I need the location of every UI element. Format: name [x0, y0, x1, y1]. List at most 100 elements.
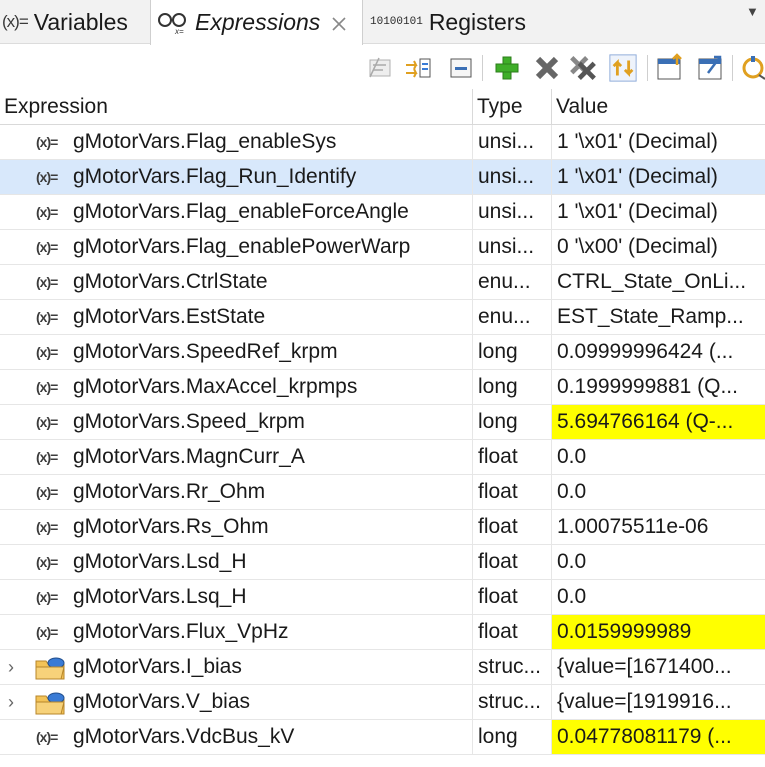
value-cell[interactable]: 1 '\x01' (Decimal) — [551, 160, 765, 194]
table-row[interactable]: (x)= gMotorVars.EstState enu... EST_State_R… — [0, 300, 765, 335]
expression-name[interactable]: gMotorVars.Speed_krpm — [73, 405, 305, 439]
expression-name[interactable]: gMotorVars.Rr_Ohm — [73, 475, 265, 509]
expression-cell: › gMotorVars.I_bias — [0, 650, 470, 684]
expression-name[interactable]: gMotorVars.Flag_enablePowerWarp — [73, 230, 410, 264]
type-cell: float — [472, 440, 550, 474]
table-row[interactable]: (x)= gMotorVars.Flux_VpHz float 0.015999998… — [0, 615, 765, 650]
table-row[interactable]: (x)= gMotorVars.Rs_Ohm float 1.00075511e-06 — [0, 510, 765, 545]
expression-cell: (x)= gMotorVars.MagnCurr_A — [0, 440, 470, 474]
expression-name[interactable]: gMotorVars.MagnCurr_A — [73, 440, 305, 474]
variable-icon: (x)= — [36, 729, 58, 745]
column-header-type[interactable]: Type — [472, 89, 550, 125]
expression-name[interactable]: gMotorVars.Flux_VpHz — [73, 615, 289, 649]
table-row[interactable]: (x)= gMotorVars.CtrlState enu... CTRL_State… — [0, 265, 765, 300]
variable-icon: (x)= — [36, 484, 58, 500]
table-row[interactable]: (x)= gMotorVars.Lsq_H float 0.0 — [0, 580, 765, 615]
expand-chevron-icon[interactable]: › — [8, 685, 22, 719]
value-cell[interactable]: 0.04778081179 (... — [551, 720, 765, 754]
show-type-names-icon[interactable] — [404, 53, 434, 83]
table-row[interactable]: › gMotorVars.I_bias struc... {value=[167140… — [0, 650, 765, 685]
tab-variables[interactable]: (x)= Variables — [2, 0, 150, 44]
type-cell: float — [472, 475, 550, 509]
expression-name[interactable]: gMotorVars.Lsq_H — [73, 580, 247, 614]
collapse-all-icon[interactable] — [366, 53, 396, 83]
table-row[interactable]: (x)= gMotorVars.Speed_krpm long 5.694766164… — [0, 405, 765, 440]
table-row[interactable]: (x)= gMotorVars.Flag_enableForceAngle unsi… — [0, 195, 765, 230]
type-cell: long — [472, 720, 550, 754]
close-tab-icon[interactable] — [330, 12, 348, 31]
expand-chevron-icon[interactable]: › — [8, 650, 22, 684]
table-row[interactable]: (x)= gMotorVars.MaxAccel_krpmps long 0.1999… — [0, 370, 765, 405]
table-row[interactable]: › gMotorVars.V_bias struc... {value=[191991… — [0, 685, 765, 720]
expression-cell: (x)= gMotorVars.CtrlState — [0, 265, 470, 299]
add-expression-icon[interactable] — [492, 53, 522, 83]
expression-name[interactable]: gMotorVars.I_bias — [73, 650, 242, 684]
type-cell: long — [472, 335, 550, 369]
value-cell[interactable]: 1.00075511e-06 — [551, 510, 765, 544]
table-row[interactable]: (x)= gMotorVars.VdcBus_kV long 0.0477808117… — [0, 720, 765, 755]
expression-cell: (x)= gMotorVars.SpeedRef_krpm — [0, 335, 470, 369]
expression-name[interactable]: gMotorVars.EstState — [73, 300, 265, 334]
remove-all-icon[interactable] — [568, 53, 598, 83]
import-icon[interactable] — [655, 53, 685, 83]
expression-name[interactable]: gMotorVars.MaxAccel_krpmps — [73, 370, 357, 404]
expression-name[interactable]: gMotorVars.Lsd_H — [73, 545, 247, 579]
value-cell[interactable]: 0.09999996424 (... — [551, 335, 765, 369]
expression-cell: (x)= gMotorVars.EstState — [0, 300, 470, 334]
value-cell[interactable]: 0 '\x00' (Decimal) — [551, 230, 765, 264]
value-cell[interactable]: 1 '\x01' (Decimal) — [551, 195, 765, 229]
expression-name[interactable]: gMotorVars.SpeedRef_krpm — [73, 335, 338, 369]
expression-cell: (x)= gMotorVars.Flag_enableForceAngle — [0, 195, 470, 229]
value-cell[interactable]: 0.1999999881 (Q... — [551, 370, 765, 404]
expression-name[interactable]: gMotorVars.Flag_Run_Identify — [73, 160, 356, 194]
expression-name[interactable]: gMotorVars.VdcBus_kV — [73, 720, 294, 754]
type-cell: struc... — [472, 685, 550, 719]
glasses-icon: x= — [157, 11, 189, 35]
export-icon[interactable] — [696, 53, 726, 83]
table-row[interactable]: (x)= gMotorVars.Rr_Ohm float 0.0 — [0, 475, 765, 510]
view-menu-chevron-icon[interactable]: ▼ — [746, 4, 759, 19]
value-cell[interactable]: 0.0 — [551, 440, 765, 474]
table-row[interactable]: (x)= gMotorVars.MagnCurr_A float 0.0 — [0, 440, 765, 475]
value-cell[interactable]: {value=[1671400... — [551, 650, 765, 684]
type-cell: float — [472, 615, 550, 649]
table-row[interactable]: (x)= gMotorVars.Flag_enablePowerWarp unsi.… — [0, 230, 765, 265]
type-cell: enu... — [472, 265, 550, 299]
type-cell: unsi... — [472, 125, 550, 159]
expression-name[interactable]: gMotorVars.V_bias — [73, 685, 250, 719]
value-cell[interactable]: {value=[1919916... — [551, 685, 765, 719]
column-header-value[interactable]: Value — [551, 89, 765, 125]
expression-name[interactable]: gMotorVars.Rs_Ohm — [73, 510, 269, 544]
struct-folder-icon — [34, 655, 68, 681]
type-cell: unsi... — [472, 230, 550, 264]
column-header-expression[interactable]: Expression — [0, 89, 470, 125]
continuous-refresh-icon[interactable] — [738, 53, 765, 83]
value-cell[interactable]: CTRL_State_OnLi... — [551, 265, 765, 299]
table-row[interactable]: (x)= gMotorVars.Flag_Run_Identify unsi... 1… — [0, 160, 765, 195]
variable-icon: (x)= — [36, 169, 58, 185]
expression-name[interactable]: gMotorVars.Flag_enableForceAngle — [73, 195, 409, 229]
table-row[interactable]: (x)= gMotorVars.Lsd_H float 0.0 — [0, 545, 765, 580]
tab-variables-label: Variables — [33, 8, 128, 35]
value-cell[interactable]: 1 '\x01' (Decimal) — [551, 125, 765, 159]
value-cell[interactable]: 5.694766164 (Q-... — [551, 405, 765, 439]
refresh-icon[interactable] — [608, 53, 638, 83]
tab-registers[interactable]: 1010 0101 Registers — [370, 0, 526, 44]
table-row[interactable]: (x)= gMotorVars.SpeedRef_krpm long 0.099999… — [0, 335, 765, 370]
remove-icon[interactable] — [532, 53, 562, 83]
expression-name[interactable]: gMotorVars.CtrlState — [73, 265, 268, 299]
expression-name[interactable]: gMotorVars.Flag_enableSys — [73, 125, 336, 159]
variable-icon: (x)= — [36, 204, 58, 220]
minimize-icon[interactable] — [446, 53, 476, 83]
value-cell[interactable]: 0.0 — [551, 580, 765, 614]
variable-icon: (x)= — [36, 589, 58, 605]
value-cell[interactable]: 0.0 — [551, 545, 765, 579]
table-header: Expression Type Value — [0, 89, 765, 125]
value-cell[interactable]: 0.0 — [551, 475, 765, 509]
tab-expressions[interactable]: x= Expressions — [150, 0, 363, 45]
tab-expressions-label: Expressions — [195, 9, 321, 35]
toolbar-separator — [482, 55, 483, 81]
value-cell[interactable]: 0.0159999989 — [551, 615, 765, 649]
value-cell[interactable]: EST_State_Ramp... — [551, 300, 765, 334]
table-row[interactable]: (x)= gMotorVars.Flag_enableSys unsi... 1 '\… — [0, 125, 765, 160]
